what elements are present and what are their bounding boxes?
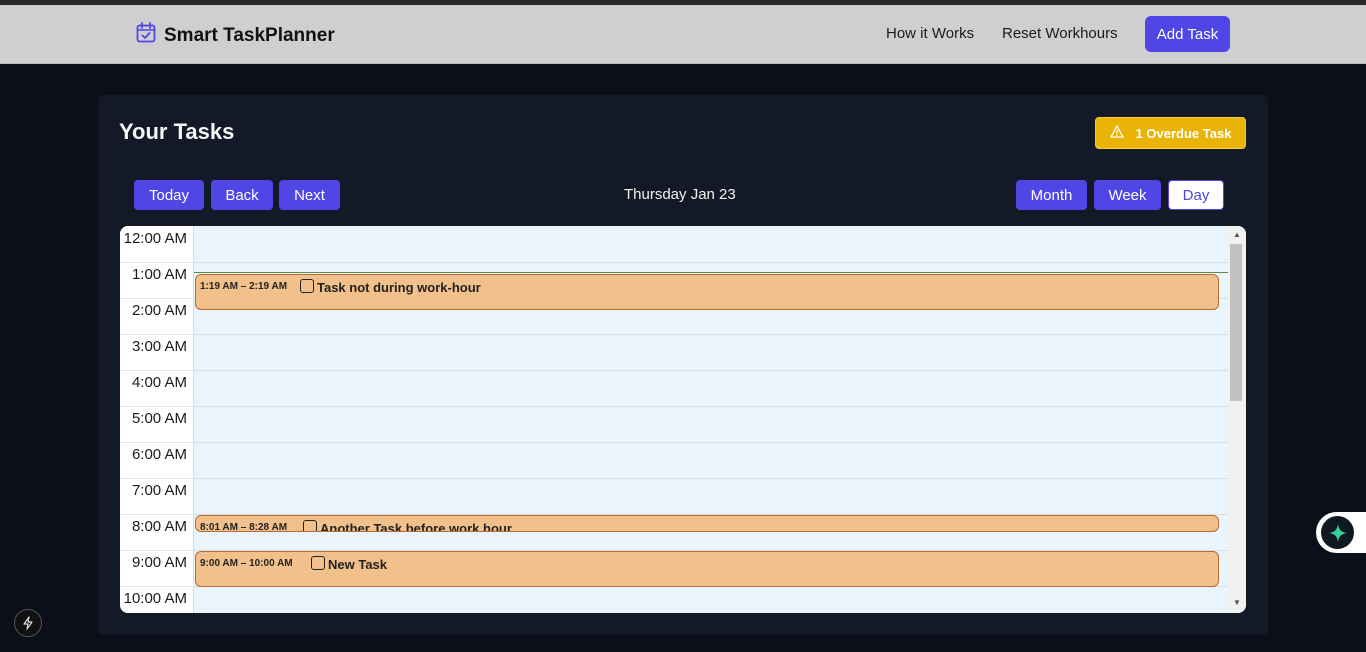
- gutter-divider: [120, 406, 194, 407]
- hour-line: [194, 334, 1228, 335]
- event-time: 8:01 AM – 8:28 AM: [200, 522, 288, 532]
- hour-line: [194, 442, 1228, 443]
- add-task-button[interactable]: Add Task: [1145, 16, 1230, 52]
- event-title: Task not during work-hour: [317, 280, 481, 295]
- hour-line: [194, 478, 1228, 479]
- warning-icon: [1109, 125, 1124, 141]
- gutter-divider: [120, 442, 194, 443]
- event-time: 9:00 AM – 10:00 AM: [200, 558, 293, 569]
- overdue-badge-label: 1 Overdue Task: [1135, 125, 1232, 141]
- event-checkbox[interactable]: [300, 279, 314, 293]
- gutter-divider: [120, 370, 194, 371]
- scrollbar-thumb[interactable]: [1230, 244, 1242, 401]
- sparkle-icon: [1321, 516, 1354, 549]
- event-checkbox[interactable]: [303, 520, 317, 531]
- back-button[interactable]: Back: [211, 180, 273, 210]
- day-calendar: 12:00 AM 1:00 AM 2:00 AM 3:00 AM 4:00 AM…: [120, 226, 1246, 613]
- time-slot-label: 7:00 AM: [131, 482, 187, 499]
- event-checkbox[interactable]: [311, 556, 325, 570]
- month-view-button[interactable]: Month: [1016, 180, 1087, 210]
- event-title: Another Task before work hour: [320, 521, 512, 532]
- calendar-event[interactable]: 9:00 AM – 10:00 AM New Task: [195, 551, 1219, 587]
- current-date-label: Thursday Jan 23: [624, 186, 736, 203]
- calendar-check-icon: [136, 22, 156, 49]
- hour-line: [194, 370, 1228, 371]
- calendar-scrollbar[interactable]: ▲ ▼: [1228, 226, 1246, 613]
- hour-line: [194, 406, 1228, 407]
- day-view-button[interactable]: Day: [1168, 180, 1224, 210]
- hour-line: [194, 262, 1228, 263]
- calendar-event[interactable]: 1:19 AM – 2:19 AM Task not during work-h…: [195, 274, 1219, 310]
- brand-title: Smart TaskPlanner: [164, 24, 335, 46]
- time-slot-label: 5:00 AM: [131, 410, 187, 427]
- gutter-divider: [120, 334, 194, 335]
- time-gutter: 12:00 AM 1:00 AM 2:00 AM 3:00 AM 4:00 AM…: [120, 226, 194, 613]
- gutter-divider: [120, 478, 194, 479]
- time-slot-label: 6:00 AM: [131, 446, 187, 463]
- event-title: New Task: [328, 557, 388, 572]
- today-button[interactable]: Today: [134, 180, 204, 210]
- event-time: 1:19 AM – 2:19 AM: [200, 281, 288, 292]
- time-slot-label: 3:00 AM: [131, 338, 187, 355]
- scroll-down-arrow-icon[interactable]: ▼: [1231, 598, 1243, 607]
- time-slot-label: 8:00 AM: [131, 518, 187, 535]
- gutter-divider: [120, 586, 194, 587]
- time-slot-label: 4:00 AM: [131, 374, 187, 391]
- time-slot-label: 10:00 AM: [123, 590, 187, 607]
- gutter-divider: [120, 550, 194, 551]
- lightning-bolt-icon[interactable]: [14, 609, 42, 637]
- gutter-divider: [120, 298, 194, 299]
- assistant-fab[interactable]: [1316, 512, 1366, 553]
- scroll-up-arrow-icon[interactable]: ▲: [1231, 230, 1243, 239]
- gutter-divider: [120, 262, 194, 263]
- time-slot-label: 9:00 AM: [131, 554, 187, 571]
- overdue-badge[interactable]: 1 Overdue Task: [1095, 117, 1246, 149]
- next-button[interactable]: Next: [279, 180, 340, 210]
- week-view-button[interactable]: Week: [1094, 180, 1161, 210]
- reset-workhours-link[interactable]: Reset Workhours: [1002, 25, 1118, 42]
- tasks-card: Your Tasks 1 Overdue Task Today Back Nex…: [98, 95, 1268, 635]
- time-slot-label: 2:00 AM: [131, 302, 187, 319]
- calendar-event[interactable]: 8:01 AM – 8:28 AM Another Task before wo…: [195, 515, 1219, 532]
- gutter-divider: [120, 514, 194, 515]
- page-title: Your Tasks: [119, 119, 235, 144]
- navbar: Smart TaskPlanner How it Works Reset Wor…: [0, 5, 1366, 64]
- time-slot-label: 1:00 AM: [131, 266, 187, 283]
- time-slot-label: 12:00 AM: [123, 230, 187, 247]
- brand[interactable]: Smart TaskPlanner: [136, 22, 335, 49]
- current-time-indicator: [194, 272, 1228, 273]
- how-it-works-link[interactable]: How it Works: [886, 25, 974, 42]
